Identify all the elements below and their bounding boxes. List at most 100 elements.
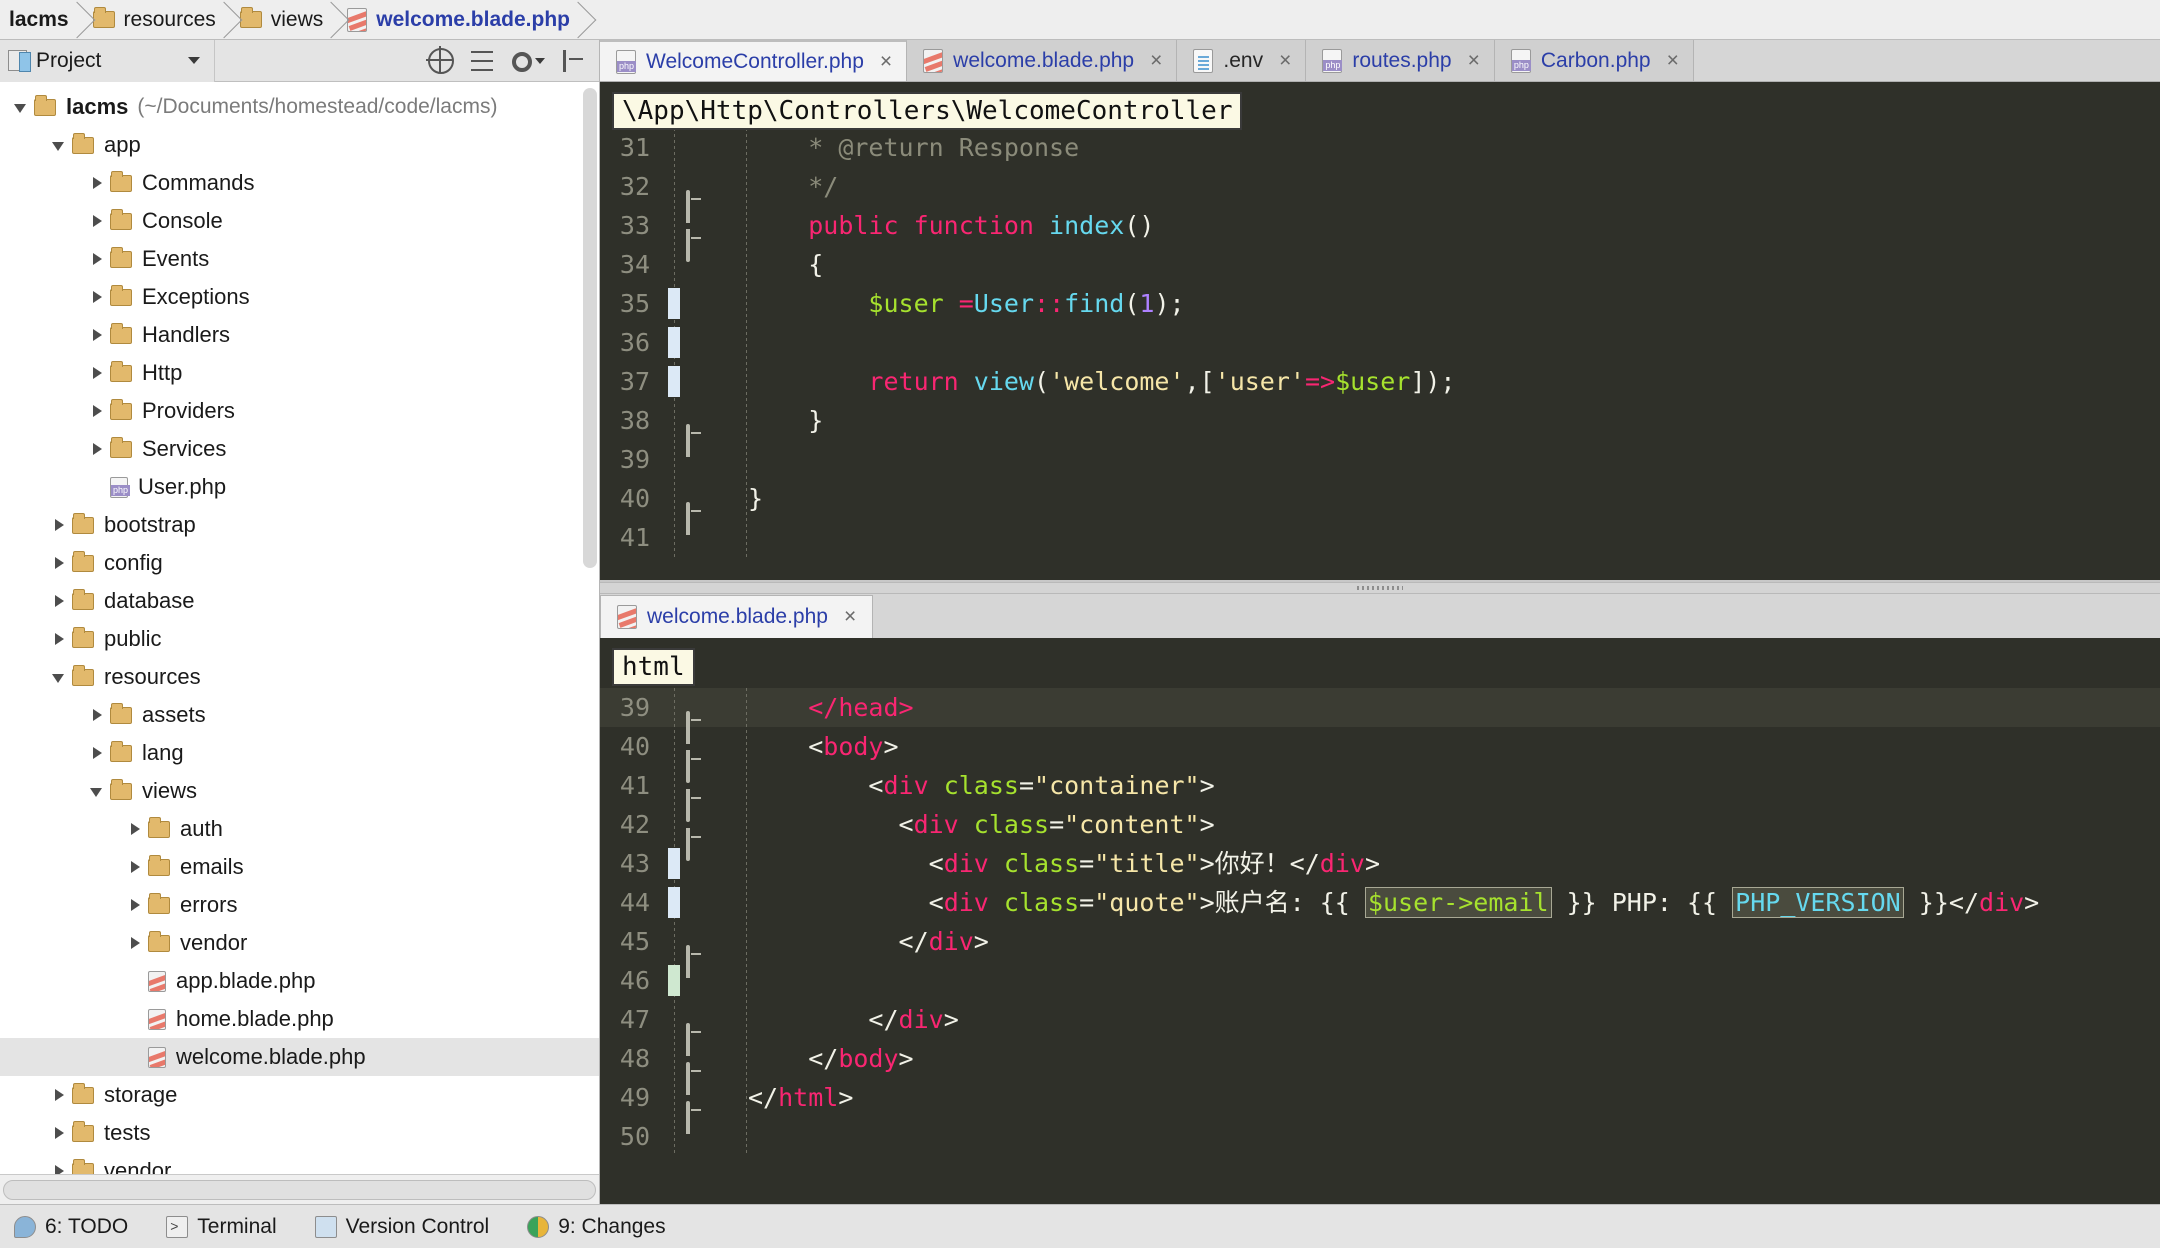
- fold-start-icon[interactable]: [686, 747, 708, 783]
- code-line[interactable]: 48 </body>: [600, 1039, 2160, 1095]
- chevron-down-icon[interactable]: [48, 666, 70, 688]
- locate-icon[interactable]: [426, 45, 454, 74]
- code-line[interactable]: 43 <div class="title">你好！</div>: [600, 844, 2160, 883]
- code-line[interactable]: 31 * @return Response: [600, 128, 2160, 167]
- tree-node-app[interactable]: app: [0, 126, 599, 164]
- fold-end-icon[interactable]: [686, 1020, 708, 1056]
- fold-end-icon[interactable]: [686, 187, 708, 223]
- chevron-right-icon[interactable]: [124, 932, 146, 954]
- chevron-right-icon[interactable]: [86, 742, 108, 764]
- close-icon[interactable]: ×: [1468, 49, 1480, 73]
- tree-node-tests[interactable]: tests: [0, 1114, 599, 1152]
- close-icon[interactable]: ×: [844, 605, 856, 629]
- chevron-right-icon[interactable]: [124, 894, 146, 916]
- code-line[interactable]: 41: [600, 518, 2160, 557]
- close-icon[interactable]: ×: [1150, 49, 1162, 73]
- vcs-change-marker[interactable]: [668, 288, 680, 319]
- chevron-right-icon[interactable]: [48, 1122, 70, 1144]
- chevron-right-icon[interactable]: [86, 704, 108, 726]
- settings-gear-button[interactable]: [512, 49, 545, 72]
- tree-node-public[interactable]: public: [0, 620, 599, 658]
- tree-node-handlers[interactable]: Handlers: [0, 316, 599, 354]
- tree-node-assets[interactable]: assets: [0, 696, 599, 734]
- fold-end-icon[interactable]: [686, 499, 708, 535]
- project-view-selector[interactable]: Project: [0, 39, 215, 82]
- fold-end-icon[interactable]: [686, 942, 708, 978]
- welcome-controller-editor[interactable]: \App\Http\Controllers\WelcomeController …: [600, 82, 2160, 582]
- code-line[interactable]: 35 $user =User::find(1);: [600, 284, 2160, 323]
- project-file-tree[interactable]: lacms (~/Documents/homestead/code/lacms) a…: [0, 82, 599, 1174]
- chevron-right-icon[interactable]: [86, 362, 108, 384]
- tree-node-commands[interactable]: Commands: [0, 164, 599, 202]
- chevron-right-icon[interactable]: [48, 628, 70, 650]
- chevron-right-icon[interactable]: [48, 1160, 70, 1174]
- vcs-change-marker[interactable]: [668, 366, 680, 397]
- tree-node-console[interactable]: Console: [0, 202, 599, 240]
- chevron-right-icon[interactable]: [86, 286, 108, 308]
- code-line[interactable]: 37 return view('welcome',['user'=>$user]…: [600, 362, 2160, 401]
- fold-start-icon[interactable]: [686, 226, 708, 262]
- code-line[interactable]: 49 </html>: [600, 1078, 2160, 1134]
- chevron-down-icon[interactable]: [48, 134, 70, 156]
- tree-node-config[interactable]: config: [0, 544, 599, 582]
- chevron-right-icon[interactable]: [48, 552, 70, 574]
- chevron-right-icon[interactable]: [86, 400, 108, 422]
- project-tree-scrollbar[interactable]: [583, 88, 597, 568]
- code-line[interactable]: 46: [600, 961, 2160, 1000]
- vcs-change-marker[interactable]: [668, 965, 680, 996]
- tree-node-views[interactable]: views: [0, 772, 599, 810]
- close-icon[interactable]: ×: [880, 50, 892, 74]
- chevron-right-icon[interactable]: [86, 172, 108, 194]
- tree-node-http[interactable]: Http: [0, 354, 599, 392]
- welcome-blade-editor[interactable]: html 39 </head> 40 <body> 41 <div class="c…: [600, 638, 2160, 1204]
- chevron-right-icon[interactable]: [48, 1084, 70, 1106]
- chevron-right-icon[interactable]: [86, 248, 108, 270]
- tree-node-emails[interactable]: emails: [0, 848, 599, 886]
- scroll-thumb[interactable]: [3, 1179, 596, 1200]
- editor-splitter[interactable]: [600, 582, 2160, 594]
- hide-panel-icon[interactable]: [561, 48, 587, 74]
- code-line[interactable]: 42 <div class="content">: [600, 805, 2160, 861]
- code-line[interactable]: 40 <body>: [600, 727, 2160, 783]
- fold-end-icon[interactable]: [686, 708, 708, 744]
- chevron-right-icon[interactable]: [124, 856, 146, 878]
- editor-tab-carbon-php[interactable]: Carbon.php ×: [1494, 40, 1694, 81]
- status-item-6-todo[interactable]: 6: TODO: [14, 1215, 128, 1239]
- chevron-down-icon[interactable]: [10, 96, 32, 118]
- tree-node-exceptions[interactable]: Exceptions: [0, 278, 599, 316]
- tree-node-database[interactable]: database: [0, 582, 599, 620]
- code-line[interactable]: 44 <div class="quote">账户名: {{ $user->ema…: [600, 883, 2160, 922]
- tree-node-welcome-blade-php[interactable]: welcome.blade.php: [0, 1038, 599, 1076]
- code-line[interactable]: 47 </div>: [600, 1000, 2160, 1056]
- chevron-right-icon[interactable]: [86, 438, 108, 460]
- vcs-change-marker[interactable]: [668, 327, 680, 358]
- code-line[interactable]: 38 }: [600, 401, 2160, 457]
- close-icon[interactable]: ×: [1667, 49, 1679, 73]
- tree-node-vendor[interactable]: vendor: [0, 924, 599, 962]
- code-line[interactable]: 40}: [600, 479, 2160, 535]
- status-item-9-changes[interactable]: 9: Changes: [527, 1215, 666, 1239]
- status-item-version-control[interactable]: Version Control: [314, 1215, 489, 1239]
- chevron-right-icon[interactable]: [124, 818, 146, 840]
- chevron-right-icon[interactable]: [86, 210, 108, 232]
- code-line[interactable]: 34 {: [600, 245, 2160, 284]
- collapse-all-icon[interactable]: [470, 48, 496, 74]
- bottom-editor-code[interactable]: 39 </head> 40 <body> 41 <div class="contai…: [600, 688, 2160, 1204]
- tree-node-home-blade-php[interactable]: home.blade.php: [0, 1000, 599, 1038]
- code-line[interactable]: 33 public function index(): [600, 206, 2160, 262]
- tree-node-providers[interactable]: Providers: [0, 392, 599, 430]
- tree-node-storage[interactable]: storage: [0, 1076, 599, 1114]
- code-line[interactable]: 41 <div class="container">: [600, 766, 2160, 822]
- tree-node-services[interactable]: Services: [0, 430, 599, 468]
- tree-node-user-php[interactable]: User.php: [0, 468, 599, 506]
- code-line[interactable]: 39 </head>: [600, 688, 2160, 744]
- chevron-right-icon[interactable]: [48, 590, 70, 612]
- vcs-change-marker[interactable]: [668, 887, 680, 918]
- fold-end-icon[interactable]: [686, 1059, 708, 1095]
- editor-tab-welcomecontroller-php[interactable]: WelcomeController.php ×: [600, 40, 908, 81]
- breadcrumb-item-lacms[interactable]: lacms: [0, 0, 79, 39]
- code-line[interactable]: 32 */: [600, 167, 2160, 223]
- fold-start-icon[interactable]: [686, 825, 708, 861]
- tree-node-auth[interactable]: auth: [0, 810, 599, 848]
- status-item-terminal[interactable]: Terminal: [166, 1215, 277, 1239]
